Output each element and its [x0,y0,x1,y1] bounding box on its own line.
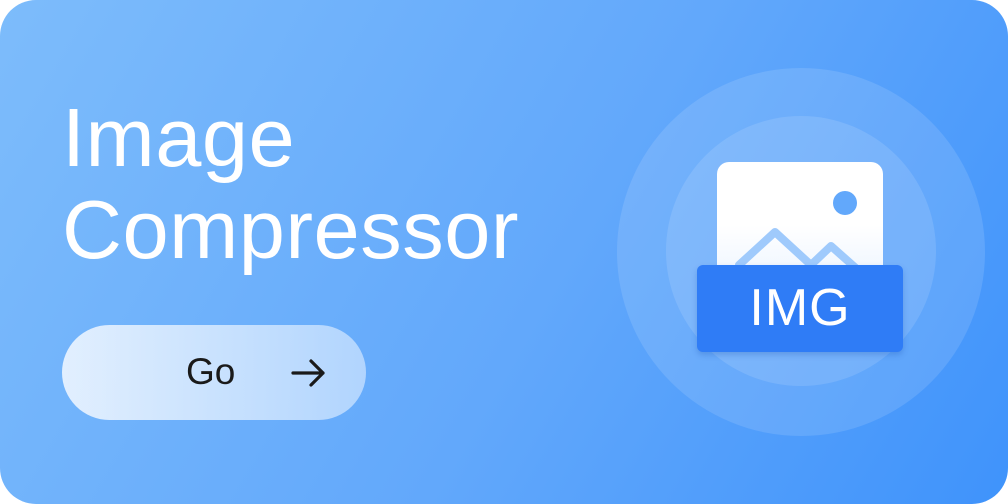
image-compressor-banner[interactable]: Image Compressor Go IMG [0,0,1008,504]
arrow-right-icon [291,359,325,387]
img-format-tag: IMG [697,265,903,352]
title-line-1: Image [62,91,296,184]
go-button-label: Go [186,351,236,392]
title-line-2: Compressor [62,183,520,276]
banner-title: Image Compressor [62,92,519,276]
